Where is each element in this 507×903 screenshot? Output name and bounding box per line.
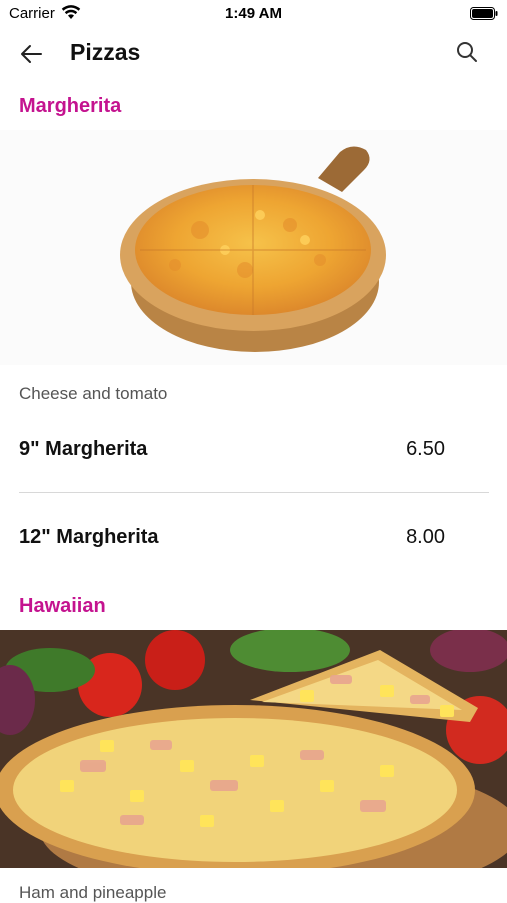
hawaiian-photo (0, 630, 507, 868)
search-icon[interactable] (455, 40, 479, 64)
menu-item-name: 12" Margherita (19, 526, 159, 548)
nav-bar: Pizzas (0, 28, 507, 80)
row-divider (19, 492, 489, 493)
menu-item-name: 9" Margherita (19, 438, 148, 460)
margherita-photo (0, 130, 507, 365)
margherita-description: Cheese and tomato (19, 384, 168, 403)
page-title: Pizzas (70, 39, 141, 65)
clock-label: 1:49 AM (225, 5, 282, 22)
section-title-hawaiian: Hawaiian (19, 595, 106, 617)
menu-item-price: 6.50 (406, 438, 445, 460)
menu-item-price: 8.00 (406, 526, 445, 548)
menu-item-12-margherita[interactable]: 12" Margherita 8.00 (19, 518, 445, 558)
hawaiian-description: Ham and pineapple (19, 883, 167, 902)
section-title-margherita: Margherita (19, 95, 122, 117)
back-arrow-icon[interactable] (18, 40, 46, 68)
menu-item-9-margherita[interactable]: 9" Margherita 6.50 (19, 430, 445, 470)
battery-icon (470, 7, 498, 20)
status-bar: Carrier 1:49 AM (0, 0, 507, 28)
